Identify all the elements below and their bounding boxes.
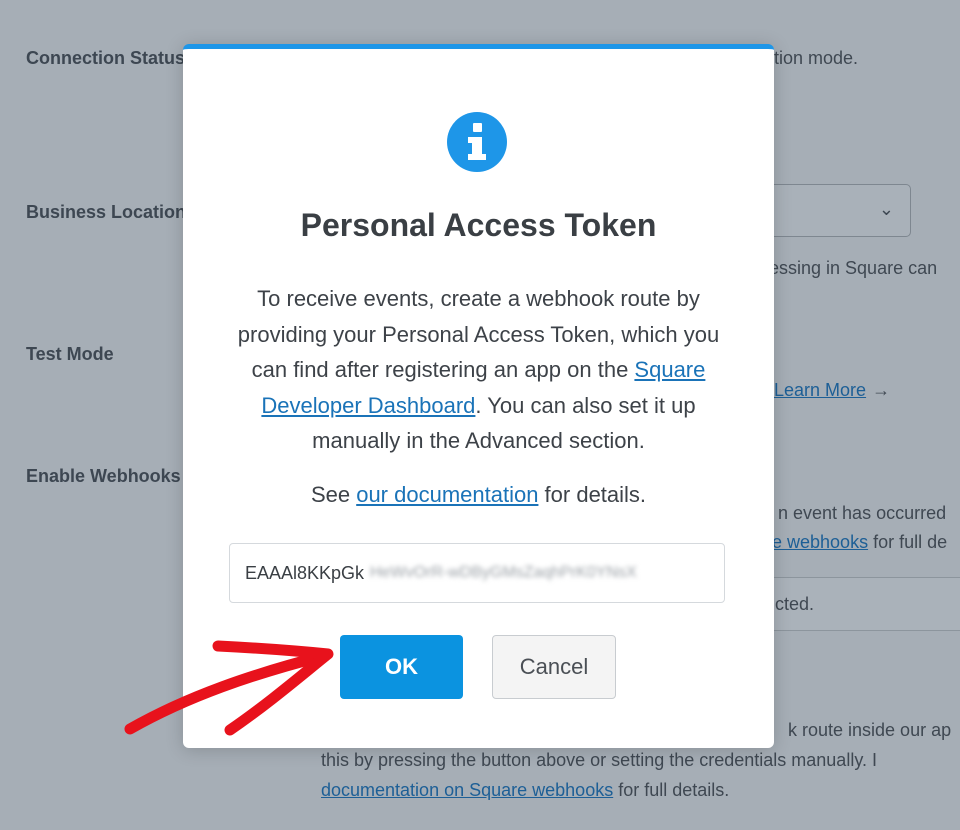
business-location-help: cessing in Square can <box>760 258 938 278</box>
webhooks-docs-link[interactable]: e webhooks <box>772 532 868 552</box>
webhooks-help-line2: e webhooks for full de <box>772 532 948 552</box>
footer-text-line2: this by pressing the button above or set… <box>321 750 877 770</box>
business-location-select[interactable]: ⌄ <box>760 184 911 237</box>
test-mode-label: Test Mode <box>26 344 114 364</box>
enable-webhooks-label: Enable Webhooks <box>26 466 181 486</box>
business-location-label: Business Location <box>26 202 187 222</box>
documentation-note: See our documentation for details. <box>310 482 647 507</box>
dialog-message: To receive events, create a webhook rout… <box>237 286 720 453</box>
connection-status-text: tion mode. <box>774 48 859 68</box>
documentation-link[interactable]: our documentation <box>356 482 538 507</box>
learn-more-link[interactable]: Learn More → <box>774 380 890 401</box>
arrow-right-icon: → <box>872 380 891 400</box>
footer-docs-link[interactable]: documentation on Square webhooks <box>321 780 613 800</box>
webhook-status-field[interactable]: cted. <box>760 577 960 631</box>
chevron-down-icon: ⌄ <box>878 199 894 219</box>
info-icon <box>447 112 507 172</box>
footer-text-line1: k route inside our ap <box>788 720 952 740</box>
connection-status-label: Connection Status <box>26 48 186 68</box>
token-obscured-text: HeWvOrR-wDByGMsZaqhPrK0YNsX <box>370 564 637 581</box>
footer-text-line3: documentation on Square webhooks for ful… <box>321 780 730 800</box>
dialog-title: Personal Access Token <box>300 207 657 243</box>
ok-button[interactable]: OK <box>340 635 463 699</box>
cancel-button[interactable]: Cancel <box>492 635 616 699</box>
token-visible-text: EAAAl8KKpGk <box>245 563 365 583</box>
webhooks-help-text: n event has occurred <box>778 503 947 523</box>
annotation-arrow-icon <box>124 640 334 736</box>
access-token-input[interactable]: EAAAl8KKpGk HeWvOrR-wDByGMsZaqhPrK0YNsX <box>229 543 725 603</box>
